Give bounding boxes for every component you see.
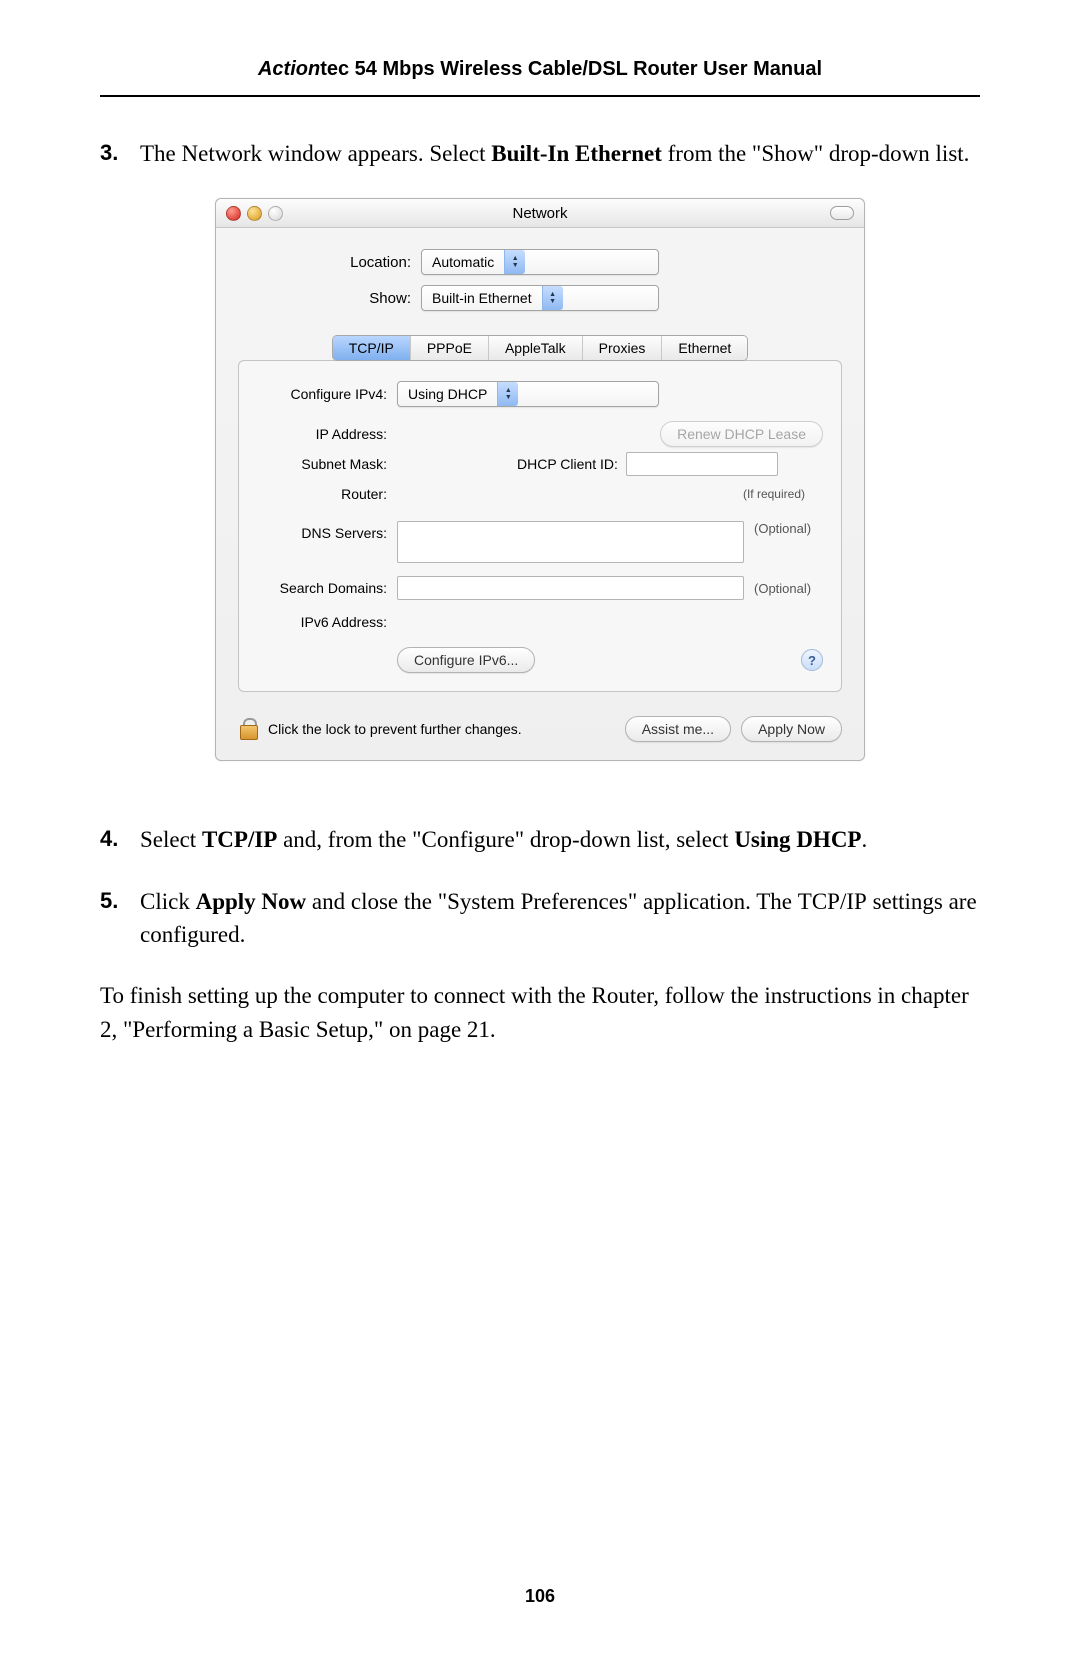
- manual-page: Actiontec 54 Mbps Wireless Cable/DSL Rou…: [0, 0, 1080, 1086]
- tab-ethernet[interactable]: Ethernet: [662, 336, 747, 360]
- chevron-up-down-icon: ▲▼: [497, 382, 518, 406]
- network-window: Network Location: Automatic ▲▼ Show: Bui…: [215, 198, 865, 761]
- location-value: Automatic: [422, 254, 504, 270]
- tcpip-panel: Configure IPv4: Using DHCP ▲▼ IP Address…: [238, 360, 842, 692]
- top-selects: Location: Automatic ▲▼ Show: Built-in Et…: [216, 228, 864, 324]
- show-select[interactable]: Built-in Ethernet ▲▼: [421, 285, 659, 311]
- configure-ipv6-button[interactable]: Configure IPv6...: [397, 647, 535, 673]
- dns-optional: (Optional): [754, 521, 811, 536]
- dns-row: DNS Servers: (Optional): [257, 521, 823, 563]
- dhcp-client-id-label: DHCP Client ID:: [517, 456, 618, 472]
- page-header: Actiontec 54 Mbps Wireless Cable/DSL Rou…: [100, 40, 980, 95]
- header-rest: tec 54 Mbps Wireless Cable/DSL Router Us…: [320, 58, 822, 80]
- dhcp-client-id-field[interactable]: [626, 452, 778, 476]
- location-select[interactable]: Automatic ▲▼: [421, 249, 659, 275]
- step-number: 5.: [100, 885, 140, 952]
- tab-pppoe[interactable]: PPPoE: [411, 336, 489, 360]
- ipv6-address-row: IPv6 Address:: [257, 607, 823, 637]
- brand-italic: Action: [258, 58, 320, 80]
- step-5: 5. Click Apply Now and close the "System…: [100, 885, 980, 952]
- configure-ipv6-row: Configure IPv6... ?: [257, 645, 823, 675]
- step-3: 3. The Network window appears. Select Bu…: [100, 137, 980, 170]
- window-title: Network: [216, 205, 864, 222]
- search-domains-label: Search Domains:: [257, 580, 397, 596]
- step-text: The Network window appears. Select Built…: [140, 137, 980, 170]
- lock-text: Click the lock to prevent further change…: [268, 721, 615, 737]
- step-number: 3.: [100, 137, 140, 170]
- assist-me-button[interactable]: Assist me...: [625, 716, 731, 742]
- if-required-note: (If required): [743, 487, 823, 501]
- configure-ipv4-value: Using DHCP: [398, 386, 497, 402]
- minimize-icon[interactable]: [247, 206, 262, 221]
- help-icon[interactable]: ?: [801, 649, 823, 671]
- close-icon[interactable]: [226, 206, 241, 221]
- tab-bar: TCP/IP PPPoE AppleTalk Proxies Ethernet: [216, 334, 864, 360]
- lock-icon[interactable]: [238, 718, 258, 740]
- search-optional: (Optional): [754, 581, 811, 596]
- ip-address-label: IP Address:: [257, 426, 397, 442]
- tab-tcpip[interactable]: TCP/IP: [333, 336, 411, 360]
- chevron-up-down-icon: ▲▼: [504, 250, 525, 274]
- tabs: TCP/IP PPPoE AppleTalk Proxies Ethernet: [332, 335, 749, 361]
- router-label: Router:: [257, 486, 397, 502]
- header-rule: [100, 95, 980, 97]
- tab-proxies[interactable]: Proxies: [583, 336, 663, 360]
- window-titlebar: Network: [216, 199, 864, 228]
- show-row: Show: Built-in Ethernet ▲▼: [216, 280, 864, 316]
- router-row: Router: (If required): [257, 479, 823, 509]
- chevron-up-down-icon: ▲▼: [542, 286, 563, 310]
- step-text: Click Apply Now and close the "System Pr…: [140, 885, 980, 952]
- ipv6-address-label: IPv6 Address:: [257, 614, 397, 630]
- dns-label: DNS Servers:: [257, 521, 397, 541]
- traffic-lights: [226, 206, 283, 221]
- closing-paragraph: To finish setting up the computer to con…: [100, 979, 980, 1046]
- zoom-icon[interactable]: [268, 206, 283, 221]
- subnet-label: Subnet Mask:: [257, 456, 397, 472]
- renew-dhcp-button[interactable]: Renew DHCP Lease: [660, 421, 823, 447]
- window-footer: Click the lock to prevent further change…: [216, 706, 864, 760]
- step-number: 4.: [100, 823, 140, 856]
- search-domains-field[interactable]: [397, 576, 744, 600]
- configure-ipv4-select[interactable]: Using DHCP ▲▼: [397, 381, 659, 407]
- configure-ipv4-row: Configure IPv4: Using DHCP ▲▼: [257, 379, 823, 409]
- step-text: Select TCP/IP and, from the "Configure" …: [140, 823, 980, 856]
- ip-address-row: IP Address: Renew DHCP Lease: [257, 419, 823, 449]
- show-value: Built-in Ethernet: [422, 290, 542, 306]
- tab-appletalk[interactable]: AppleTalk: [489, 336, 583, 360]
- show-label: Show:: [216, 290, 421, 307]
- toolbar-toggle-icon[interactable]: [830, 206, 854, 220]
- location-row: Location: Automatic ▲▼: [216, 244, 864, 280]
- step-4: 4. Select TCP/IP and, from the "Configur…: [100, 823, 980, 856]
- location-label: Location:: [216, 254, 421, 271]
- configure-ipv4-label: Configure IPv4:: [257, 386, 397, 402]
- apply-now-button[interactable]: Apply Now: [741, 716, 842, 742]
- subnet-row: Subnet Mask: DHCP Client ID:: [257, 449, 823, 479]
- dns-servers-field[interactable]: [397, 521, 744, 563]
- search-domains-row: Search Domains: (Optional): [257, 573, 823, 603]
- page-number: 106: [0, 1586, 1080, 1607]
